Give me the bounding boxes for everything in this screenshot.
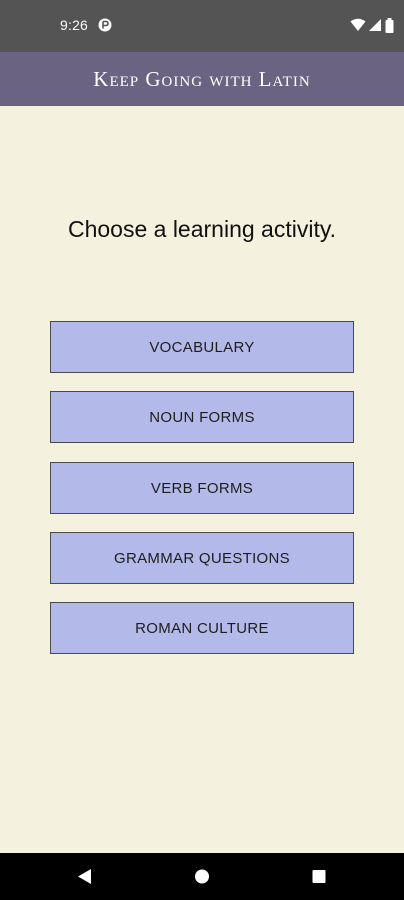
back-icon[interactable] (77, 868, 93, 885)
notification-app-icon (98, 18, 112, 32)
status-icons (350, 17, 394, 33)
status-bar: 9:26 (0, 0, 404, 52)
app-title: Keep Going with Latin (93, 66, 311, 91)
noun-forms-button[interactable]: NOUN FORMS (50, 391, 354, 443)
roman-culture-button[interactable]: ROMAN CULTURE (50, 602, 354, 654)
app-screen: 9:26 Keep Going with Latin Choose a lear… (0, 0, 404, 900)
wifi-icon (350, 18, 366, 31)
navigation-bar (0, 853, 404, 900)
status-time: 9:26 (60, 17, 89, 33)
app-bar: Keep Going with Latin (0, 52, 404, 106)
activity-prompt: Choose a learning activity. (67, 216, 337, 242)
verb-forms-button[interactable]: VERB FORMS (50, 462, 354, 514)
home-icon[interactable] (194, 868, 210, 885)
battery-icon (385, 17, 394, 33)
vocabulary-button[interactable]: VOCABULARY (50, 321, 354, 373)
grammar-questions-button[interactable]: GRAMMAR QUESTIONS (50, 532, 354, 584)
signal-icon (369, 19, 381, 31)
recents-icon[interactable] (311, 868, 327, 885)
